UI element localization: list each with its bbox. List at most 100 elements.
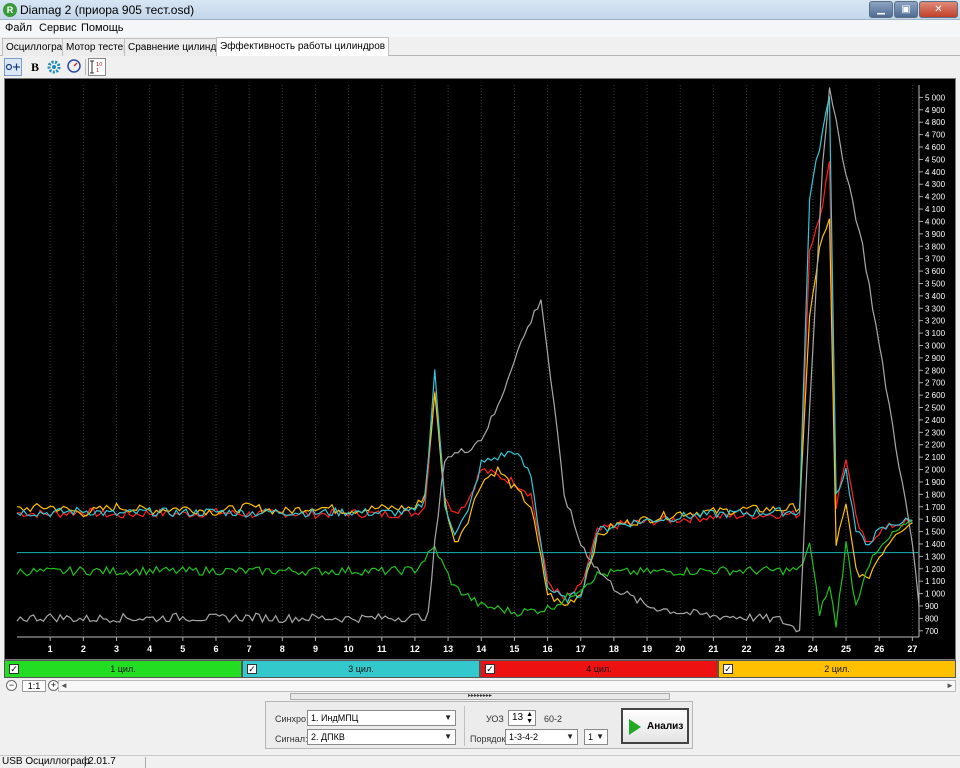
order-number-value: 1 (588, 732, 594, 742)
y-tick-label: 1 000 (925, 590, 946, 599)
signal-label: Сигнал: (275, 734, 308, 744)
cylinder-3-label: 3 цил. (348, 664, 374, 674)
y-tick-label: 1 900 (925, 478, 946, 487)
cylinder-2-bar[interactable]: ✓ 2 цил. (718, 660, 956, 678)
y-tick-label: 3 900 (925, 230, 946, 239)
y-tick-label: 1 700 (925, 503, 946, 512)
order-select[interactable]: 1-3-4-2 ▼ (505, 729, 578, 745)
y-tick-label: 2 500 (925, 404, 946, 413)
status-bar: USB Осциллограф 2.01.7 (0, 755, 960, 768)
cylinder-4-bar[interactable]: ✓ 4 цил. (480, 660, 718, 678)
cylinder-1-checkbox[interactable]: ✓ (9, 664, 19, 674)
cylinder-4-label: 4 цил. (586, 664, 612, 674)
status-divider (84, 757, 85, 768)
x-tick-label: 2 (81, 644, 86, 654)
status-app-name: USB Осциллограф (2, 756, 90, 767)
zoom-level: 1:1 (22, 680, 46, 692)
x-tick-label: 19 (642, 644, 652, 654)
y-tick-label: 2 800 (925, 366, 946, 375)
y-tick-label: 4 300 (925, 180, 946, 189)
y-tick-label: 1 500 (925, 528, 946, 537)
spin-arrows-icon[interactable]: ▲ ▼ (526, 711, 533, 725)
menu-service[interactable]: Сервис (39, 22, 77, 34)
x-tick-label: 24 (808, 644, 818, 654)
cylinder-2-checkbox[interactable]: ✓ (723, 664, 733, 674)
app-icon: R (3, 3, 17, 17)
range-icon[interactable]: 10 1 (88, 58, 106, 76)
y-tick-label: 2 900 (925, 354, 946, 363)
zoom-out-button[interactable]: − (6, 680, 17, 691)
cylinder-1-bar[interactable]: ✓ 1 цил. (4, 660, 242, 678)
y-tick-label: 4 600 (925, 143, 946, 152)
x-tick-label: 5 (180, 644, 185, 654)
settings-panel: Синхро: 1. ИндМПЦ ▼ Сигнал: 2. ДПКВ ▼ УО… (265, 701, 693, 749)
window-title: Diamag 2 (приора 905 тест.osd) (20, 3, 195, 17)
tab-motor-tester[interactable]: Мотор тестер (62, 38, 133, 56)
panel-splitter[interactable]: ▸▸▸▸▸▸▸▸ (290, 693, 670, 700)
y-tick-label: 4 400 (925, 168, 946, 177)
x-tick-label: 11 (377, 644, 387, 654)
signal-select[interactable]: 2. ДПКВ ▼ (307, 729, 456, 745)
cylinder-4-checkbox[interactable]: ✓ (485, 664, 495, 674)
scale-icon[interactable] (4, 58, 22, 76)
sync-value: 1. ИндМПЦ (311, 713, 359, 723)
close-button[interactable]: ✕ (919, 1, 958, 18)
uoz-value: 13 (512, 712, 524, 723)
toolbar-separator (85, 59, 86, 75)
order-value: 1-3-4-2 (509, 732, 539, 742)
x-tick-label: 25 (841, 644, 851, 654)
order-number-select[interactable]: 1 ▼ (584, 729, 608, 745)
y-tick-label: 4 200 (925, 193, 946, 202)
rpm-gauge-glyph (67, 59, 81, 73)
x-tick-label: 8 (280, 644, 285, 654)
uoz-label: УОЗ (486, 714, 504, 724)
tab-cylinder-efficiency[interactable]: Эффективность работы цилиндров (216, 37, 390, 57)
y-tick-label: 4 800 (925, 118, 946, 127)
menu-bar: Файл Сервис Помощь (0, 20, 960, 37)
y-tick-label: 4 700 (925, 131, 946, 140)
y-tick-label: 1 800 (925, 490, 946, 499)
svg-text:1: 1 (96, 68, 99, 74)
y-tick-label: 1 200 (925, 565, 946, 574)
scroll-left-icon[interactable]: ◄ (59, 681, 69, 691)
oscillogram-chart[interactable]: 1 2 3 4 5 6 7 8 9 10 11 12 13 14 15 16 17 18 19 20 21 22 23 24 2… (4, 78, 956, 660)
signal-value: 2. ДПКВ (311, 732, 345, 742)
analyze-button[interactable]: Анализ (621, 708, 689, 744)
y-tick-label: 3 100 (925, 329, 946, 338)
y-tick-label: 4 100 (925, 205, 946, 214)
gear-icon[interactable] (45, 58, 63, 76)
bold-icon[interactable]: B (26, 58, 44, 76)
y-tick-label: 3 500 (925, 279, 946, 288)
cylinder-3-checkbox[interactable]: ✓ (247, 664, 257, 674)
uoz-stepper[interactable]: 13 ▲ ▼ (508, 710, 536, 726)
menu-file[interactable]: Файл (5, 22, 32, 34)
cylinder-2-label: 2 цил. (824, 664, 850, 674)
x-tick-label: 18 (609, 644, 619, 654)
y-tick-label: 3 300 (925, 304, 946, 313)
menu-help[interactable]: Помощь (81, 22, 124, 34)
maximize-button[interactable]: ▣ (894, 1, 918, 18)
x-tick-label: 23 (775, 644, 785, 654)
range-glyph: 101 (90, 60, 102, 74)
rpm-icon[interactable] (65, 58, 83, 76)
chevron-down-icon: ▼ (444, 713, 452, 722)
y-tick-label: 2 600 (925, 391, 946, 400)
toolbar: B 10 1 (0, 56, 960, 78)
status-divider (145, 757, 146, 768)
y-tick-label: 3 700 (925, 255, 946, 264)
horizontal-scrollbar[interactable]: ◄ ► (58, 680, 956, 692)
chevron-down-icon: ▼ (596, 732, 604, 741)
y-tick-label: 2 400 (925, 416, 946, 425)
scroll-right-icon[interactable]: ► (945, 681, 955, 691)
minimize-button[interactable]: ▁ (869, 1, 893, 18)
x-tick-label: 26 (874, 644, 884, 654)
x-tick-label: 12 (410, 644, 420, 654)
scale-glyph (5, 63, 20, 71)
x-tick-label: 7 (247, 644, 252, 654)
y-tick-label: 900 (925, 602, 939, 611)
y-tick-label: 3 400 (925, 292, 946, 301)
sync-select[interactable]: 1. ИндМПЦ ▼ (307, 710, 456, 726)
cylinder-3-bar[interactable]: ✓ 3 цил. (242, 660, 480, 678)
y-tick-label: 3 800 (925, 242, 946, 251)
y-tick-label: 1 600 (925, 515, 946, 524)
